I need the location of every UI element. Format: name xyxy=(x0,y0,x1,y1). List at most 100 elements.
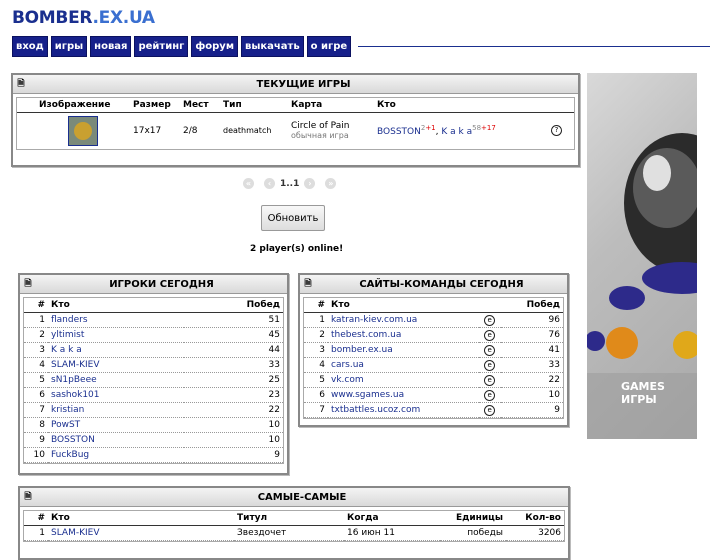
col-rank: # xyxy=(304,298,328,313)
player-link[interactable]: sashok101 xyxy=(48,387,185,403)
site-link[interactable]: www.sgames.ua xyxy=(328,387,479,403)
nav-new[interactable]: новая xyxy=(90,36,132,57)
table-row: 7 txtbattles.ucoz.com e 9 xyxy=(304,402,563,418)
map-thumb-cell xyxy=(17,113,130,149)
game-map: Circle of Pain xyxy=(291,121,350,132)
player-link[interactable]: FuckBug xyxy=(48,447,185,463)
rank: 2 xyxy=(304,327,328,343)
games-ad-banner[interactable]: GAMES ИГРЫ xyxy=(587,73,697,439)
globe-icon[interactable]: e xyxy=(484,359,496,371)
main-nav: вход игры новая рейтинг форум выкачать о… xyxy=(12,36,711,57)
col-image: Изображение xyxy=(17,98,130,113)
rank: 3 xyxy=(24,342,48,358)
player-link[interactable]: sN1pBeee xyxy=(48,372,185,388)
player-link[interactable]: K a k a xyxy=(48,342,185,358)
ad-line2: ИГРЫ xyxy=(621,393,657,406)
table-row: 1 katran-kiev.com.ua e 96 xyxy=(304,312,563,328)
table-row: 3K a k a 44 xyxy=(24,342,283,358)
refresh-button[interactable]: Обновить xyxy=(261,205,325,231)
games-table-wrap: Изображение Размер Мест Тип Карта Кто 17… xyxy=(16,97,575,150)
site-link[interactable]: katran-kiev.com.ua xyxy=(328,312,479,328)
nav-download[interactable]: выкачать xyxy=(241,36,304,57)
last-page-icon[interactable]: » xyxy=(325,178,337,189)
col-who: Кто xyxy=(48,298,185,313)
units: победы xyxy=(440,525,506,541)
nav-games[interactable]: игры xyxy=(50,36,88,57)
globe-icon[interactable]: e xyxy=(484,314,496,326)
game-players: BOSSTON2+1, K a k a58+17 xyxy=(374,113,548,149)
rank: 9 xyxy=(24,432,48,448)
wins: 22 xyxy=(184,402,283,418)
site-link[interactable]: thebest.com.ua xyxy=(328,327,479,343)
document-icon[interactable]: 🗎 xyxy=(13,75,29,93)
first-page-icon[interactable]: « xyxy=(243,178,254,189)
nav-about[interactable]: о игре xyxy=(306,36,352,57)
page-range: 1..1 xyxy=(280,178,300,189)
ad-line1: GAMES xyxy=(621,380,665,393)
player-link[interactable]: SLAM-KIEV xyxy=(48,525,234,541)
game-type: deathmatch xyxy=(223,126,272,136)
document-icon[interactable]: 🗎 xyxy=(300,275,316,293)
wins: 10 xyxy=(184,417,283,433)
site-link[interactable]: bomber.ex.ua xyxy=(328,342,479,358)
game-map-sub: обычная игра xyxy=(291,131,349,141)
site-link[interactable]: vk.com xyxy=(328,372,479,388)
wins: 76 xyxy=(500,327,563,343)
col-who: Кто xyxy=(48,511,234,526)
globe-icon-cell: e xyxy=(478,327,501,343)
player-link[interactable]: BOSSTON xyxy=(377,127,421,137)
wins: 51 xyxy=(184,312,283,328)
document-icon[interactable]: 🗎 xyxy=(20,275,36,293)
player-link[interactable]: flanders xyxy=(48,312,185,328)
rank: 7 xyxy=(304,402,328,418)
globe-icon[interactable]: e xyxy=(484,329,496,341)
help-icon[interactable]: ? xyxy=(551,125,562,137)
nav-forum[interactable]: форум xyxy=(191,36,238,57)
nav-rating[interactable]: рейтинг xyxy=(134,36,189,57)
rank: 10 xyxy=(24,447,48,463)
best-panel: 🗎 САМЫЕ-САМЫЕ # Кто Титул Когда Единицы … xyxy=(18,486,570,560)
table-row: 6 sashok101 23 xyxy=(24,387,283,403)
next-page-icon[interactable]: › xyxy=(304,178,316,189)
rank: 8 xyxy=(24,417,48,433)
site-logo[interactable]: BOMBER.EX.UA xyxy=(12,8,155,28)
player-link[interactable]: K a k a xyxy=(441,127,472,137)
rank: 1 xyxy=(24,312,48,328)
game-places: 2/8 xyxy=(183,125,198,136)
count: 3206 xyxy=(506,525,564,541)
col-wins: Побед xyxy=(184,298,283,313)
globe-icon[interactable]: e xyxy=(484,404,496,416)
globe-icon-cell: e xyxy=(478,342,501,358)
players-table: # Кто Побед 1 flanders 51 2 yltimist 45 3 K a k… xyxy=(24,298,283,463)
game-row[interactable]: 17x17 2/8 deathmatch Circle of Pain обыч… xyxy=(17,113,574,149)
when: 16 июн 11 xyxy=(344,525,440,541)
best-table: # Кто Титул Когда Единицы Кол-во 1 SLAM-K… xyxy=(24,511,564,541)
table-row: 9 BOSSTON 10 xyxy=(24,432,283,448)
site-link[interactable]: cars.ua xyxy=(328,357,479,373)
col-count: Кол-во xyxy=(506,511,564,526)
player-link[interactable]: PowST xyxy=(48,417,185,433)
sites-table-wrap: # Кто Побед 1 katran-kiev.com.ua e 96 2 thebe… xyxy=(303,297,564,419)
logo-part1: BOMBER xyxy=(12,8,93,28)
player-link[interactable]: BOSSTON xyxy=(48,432,185,448)
wins: 9 xyxy=(500,402,563,418)
table-row: 5 vk.com e 22 xyxy=(304,372,563,388)
map-thumbnail[interactable] xyxy=(68,115,98,146)
globe-icon-cell: e xyxy=(478,387,501,403)
player-link[interactable]: kristian xyxy=(48,402,185,418)
nav-login[interactable]: вход xyxy=(12,36,48,57)
player-link[interactable]: SLAM-KIEV xyxy=(48,357,185,373)
col-title: Титул xyxy=(234,511,344,526)
globe-icon[interactable]: e xyxy=(484,344,496,356)
col-rank: # xyxy=(24,298,48,313)
player-link[interactable]: yltimist xyxy=(48,327,185,343)
players-today-panel: 🗎 ИГРОКИ СЕГОДНЯ # Кто Побед 1 flanders 51… xyxy=(18,273,289,475)
globe-icon[interactable]: e xyxy=(484,374,496,386)
document-icon[interactable]: 🗎 xyxy=(20,488,36,506)
globe-icon[interactable]: e xyxy=(484,389,496,401)
player-score: 58 xyxy=(472,124,482,133)
table-row: 2 yltimist 45 xyxy=(24,327,283,343)
prev-page-icon[interactable]: ‹ xyxy=(264,178,275,189)
site-link[interactable]: txtbattles.ucoz.com xyxy=(328,402,479,418)
wins: 41 xyxy=(500,342,563,358)
